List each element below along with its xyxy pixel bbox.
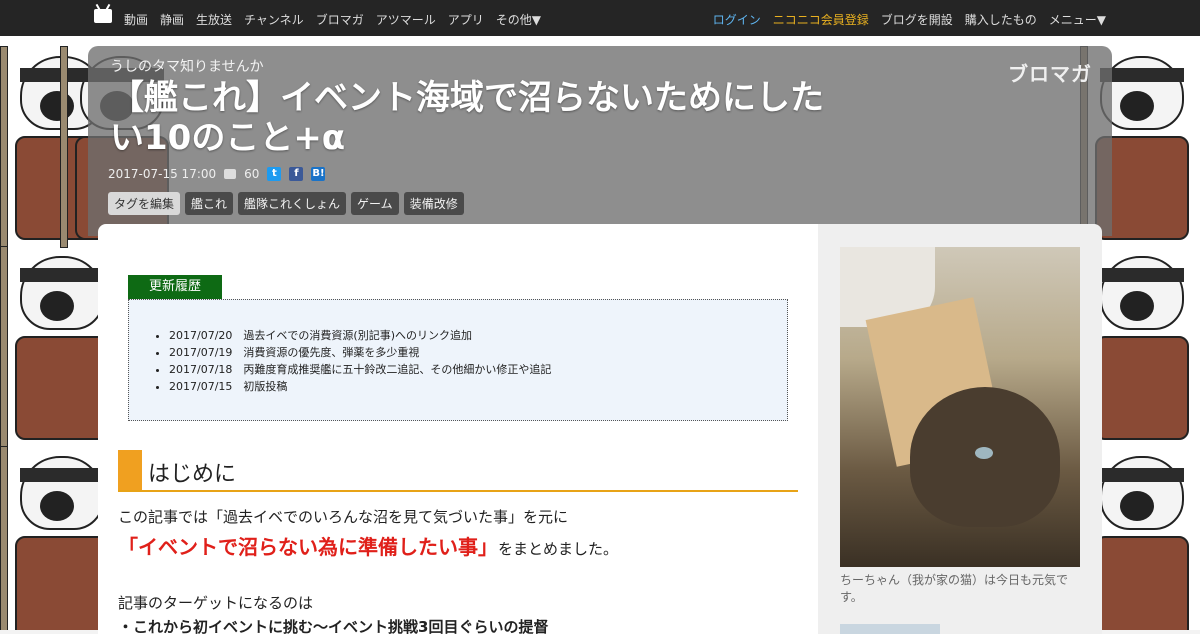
nav-item-video[interactable]: 動画: [124, 11, 148, 28]
tag-item[interactable]: 装備改修: [403, 192, 464, 215]
paragraph: この記事では「過去イベでのいろんな沼を見て気づいた事」を元に: [118, 508, 569, 526]
nav-item-other-dropdown[interactable]: その他▼: [496, 11, 541, 28]
nav-item-blomaga[interactable]: ブロマガ: [316, 11, 364, 28]
edit-tags-button[interactable]: タグを編集: [108, 192, 181, 215]
paragraph-bold: ・これから初イベントに挑む～イベント挑戦3回目ぐらいの提督: [118, 618, 549, 634]
nav-item-live[interactable]: 生放送: [196, 11, 232, 28]
history-item: 2017/07/19 消費資源の優先度、弾薬を多少重視: [169, 344, 551, 361]
facebook-share-icon[interactable]: f: [289, 167, 304, 181]
article-header: うしのタマ知りませんか ブロマガ 【艦これ】イベント海域で沼らないためにしたい1…: [88, 46, 1112, 236]
article-title: 【艦これ】イベント海域で沼らないためにしたい10のこと+α: [110, 78, 824, 158]
history-item: 2017/07/20 過去イベでの消費資源(別記事)へのリンク追加: [169, 327, 551, 344]
paragraph: 記事のターゲットになるのは: [118, 594, 314, 612]
update-history-label: 更新履歴: [128, 275, 222, 299]
tag-list: タグを編集 艦これ 艦隊これくしょん ゲーム 装備改修: [108, 192, 464, 215]
blog-name[interactable]: うしのタマ知りませんか: [110, 56, 264, 76]
open-blog-link[interactable]: ブログを開設: [881, 11, 953, 28]
section-heading-text: はじめに: [148, 462, 237, 487]
history-item: 2017/07/18 丙難度育成推奨艦に五十鈴改二追記、その他細かい修正や追記: [169, 361, 551, 378]
service-nav: 動画 静画 生放送 チャンネル ブロマガ アツマール アプリ その他▼: [124, 11, 541, 28]
heading-accent-bar: [118, 450, 142, 490]
register-link[interactable]: ニコニコ会員登録: [773, 11, 869, 28]
article-body: 更新履歴 2017/07/20 過去イベでの消費資源(別記事)へのリンク追加 2…: [98, 224, 818, 634]
sidebar: ちーちゃん（我が家の猫）は今日も元気です。: [818, 224, 1102, 634]
paragraph: 「イベントで沼らない為に準備したい事」をまとめました。: [118, 531, 618, 560]
account-nav: ログイン ニコニコ会員登録 ブログを開設 購入したもの メニュー▼: [713, 11, 1106, 28]
comment-icon: [224, 169, 237, 179]
nav-item-atsumaru[interactable]: アツマール: [376, 11, 436, 28]
article-meta: 2017-07-15 17:00 60 t f B!: [108, 167, 326, 181]
sidebar-next-widget: [840, 624, 940, 634]
photo-caption: ちーちゃん（我が家の猫）は今日も元気です。: [840, 573, 1069, 604]
emphasis-text: 「イベントで沼らない為に準備したい事」: [118, 535, 498, 559]
paragraph-text: をまとめました。: [498, 540, 619, 558]
post-date: 2017-07-15 17:00: [108, 167, 217, 181]
menu-dropdown[interactable]: メニュー▼: [1049, 11, 1106, 28]
tag-item[interactable]: 艦隊これくしょん: [238, 192, 347, 215]
nav-item-app[interactable]: アプリ: [448, 11, 484, 28]
twitter-share-icon[interactable]: t: [267, 167, 282, 181]
nav-item-seiga[interactable]: 静画: [160, 11, 184, 28]
profile-cat-photo: [840, 247, 1080, 567]
update-history-list: 2017/07/20 過去イベでの消費資源(別記事)へのリンク追加 2017/0…: [129, 327, 551, 395]
tag-item[interactable]: ゲーム: [351, 192, 399, 215]
history-item: 2017/07/15 初版投稿: [169, 378, 551, 395]
comment-count[interactable]: 60: [244, 167, 259, 181]
nav-item-channel[interactable]: チャンネル: [244, 11, 304, 28]
niconico-logo-icon[interactable]: [94, 9, 112, 23]
purchased-link[interactable]: 購入したもの: [965, 11, 1037, 28]
global-nav-bar: 動画 静画 生放送 チャンネル ブロマガ アツマール アプリ その他▼ ログイン…: [0, 0, 1200, 36]
update-history-box: 2017/07/20 過去イベでの消費資源(別記事)へのリンク追加 2017/0…: [128, 299, 788, 421]
blomaga-logo[interactable]: ブロマガ: [1008, 58, 1092, 87]
hatena-bookmark-icon[interactable]: B!: [311, 167, 326, 181]
section-heading: はじめに: [118, 450, 798, 492]
tag-item[interactable]: 艦これ: [185, 192, 234, 215]
login-link[interactable]: ログイン: [713, 11, 761, 28]
